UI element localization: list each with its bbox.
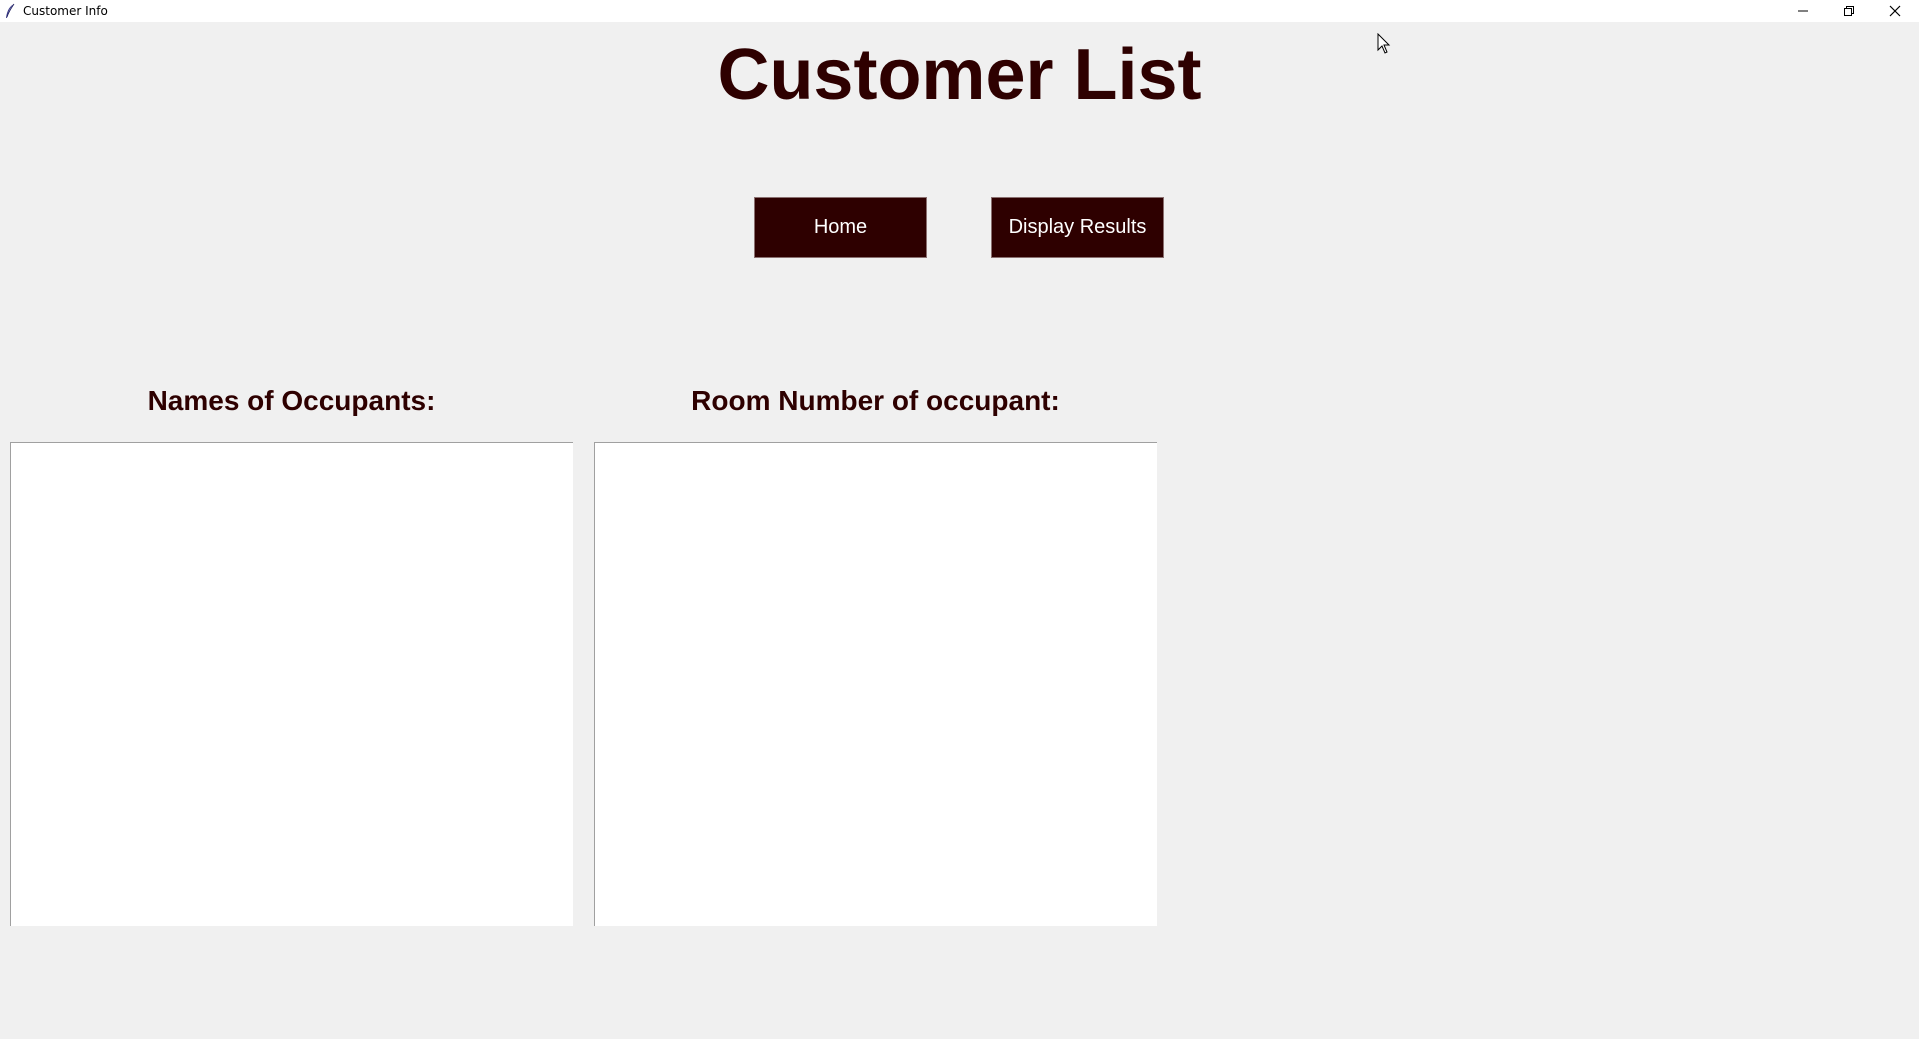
display-results-button-label: Display Results: [1008, 216, 1147, 238]
minimize-button[interactable]: [1780, 0, 1826, 22]
feather-icon: [6, 3, 15, 18]
page-title-text: Customer List: [717, 35, 1202, 115]
home-button[interactable]: Home: [754, 197, 927, 258]
rooms-listbox[interactable]: [594, 442, 1157, 926]
mouse-pointer-icon: [1377, 33, 1391, 54]
title-bar: Customer Info: [0, 0, 1919, 22]
restore-button[interactable]: [1826, 0, 1872, 22]
rooms-column-label: Room Number of occupant:: [691, 385, 1060, 416]
home-button-label: Home: [813, 216, 868, 238]
close-button[interactable]: [1872, 0, 1918, 22]
minimize-icon: [1798, 10, 1808, 12]
restore-icon: [1844, 6, 1854, 16]
names-listbox[interactable]: [10, 442, 573, 926]
names-column-label: Names of Occupants:: [147, 385, 436, 416]
page-title: Customer List: [0, 34, 1919, 116]
close-icon: [1889, 5, 1901, 17]
display-results-button[interactable]: Display Results: [991, 197, 1164, 258]
window-title: Customer Info: [23, 4, 108, 18]
